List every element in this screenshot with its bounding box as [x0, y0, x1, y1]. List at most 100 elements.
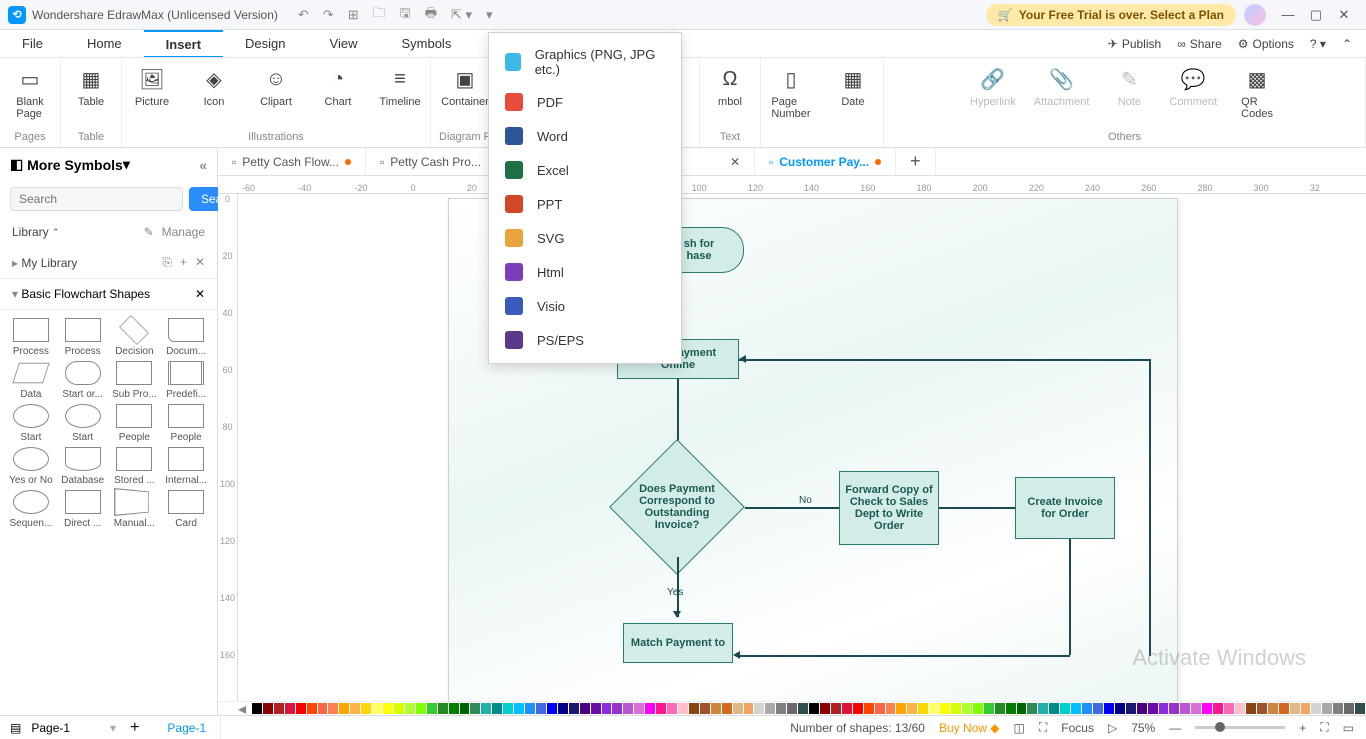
color-swatch[interactable] — [1060, 703, 1070, 714]
color-swatch[interactable] — [296, 703, 306, 714]
minimize-button[interactable]: — — [1274, 7, 1302, 22]
color-swatch[interactable] — [787, 703, 797, 714]
color-swatch[interactable] — [929, 703, 939, 714]
color-swatch[interactable] — [744, 703, 754, 714]
color-swatch[interactable] — [1268, 703, 1278, 714]
buy-now-link[interactable]: Buy Now ◆ — [939, 721, 1000, 735]
color-swatch[interactable] — [405, 703, 415, 714]
dd-excel[interactable]: Excel — [489, 153, 681, 187]
color-swatch[interactable] — [514, 703, 524, 714]
my-library[interactable]: My Library — [21, 256, 77, 270]
color-swatch[interactable] — [907, 703, 917, 714]
dd-svg[interactable]: SVG — [489, 221, 681, 255]
collapse-icon[interactable]: ⌃ — [52, 227, 60, 238]
shape-startor[interactable]: Start or... — [58, 361, 108, 400]
color-swatch[interactable] — [1027, 703, 1037, 714]
expand-icon[interactable]: ▸ — [12, 256, 18, 270]
color-swatch[interactable] — [689, 703, 699, 714]
color-swatch[interactable] — [383, 703, 393, 714]
shape-internal[interactable]: Internal... — [161, 447, 211, 486]
color-swatch[interactable] — [438, 703, 448, 714]
color-swatch[interactable] — [503, 703, 513, 714]
chart-button[interactable]: ◔Chart — [316, 66, 360, 108]
color-swatch[interactable] — [1115, 703, 1125, 714]
color-swatch[interactable] — [1246, 703, 1256, 714]
color-swatch[interactable] — [536, 703, 546, 714]
shape-predefi[interactable]: Predefi... — [161, 361, 211, 400]
color-swatch[interactable] — [1104, 703, 1114, 714]
page-selector[interactable]: Page-1 — [31, 721, 110, 735]
color-swatch[interactable] — [1355, 703, 1365, 714]
color-swatch[interactable] — [623, 703, 633, 714]
color-swatch[interactable] — [394, 703, 404, 714]
color-swatch[interactable] — [252, 703, 262, 714]
more-icon[interactable]: ▾ — [486, 7, 493, 23]
tab-petty-cash-flow[interactable]: ▫Petty Cash Flow... — [218, 148, 366, 175]
color-swatch[interactable] — [1191, 703, 1201, 714]
node-decision[interactable]: Does Payment Correspond to Outstanding I… — [609, 439, 745, 575]
color-swatch[interactable] — [1333, 703, 1343, 714]
color-swatch[interactable] — [722, 703, 732, 714]
shape-sequen[interactable]: Sequen... — [6, 490, 56, 529]
color-swatch[interactable] — [350, 703, 360, 714]
dd-ppt[interactable]: PPT — [489, 187, 681, 221]
color-swatch[interactable] — [1071, 703, 1081, 714]
search-input[interactable] — [10, 187, 183, 211]
color-swatch[interactable] — [481, 703, 491, 714]
presentation-icon[interactable]: ▭ — [1343, 721, 1354, 735]
qr-button[interactable]: ▩QR Codes — [1235, 66, 1279, 120]
new-icon[interactable]: ⊞ — [348, 7, 359, 23]
zoom-in-button[interactable]: + — [1299, 721, 1306, 735]
color-swatch[interactable] — [1049, 703, 1059, 714]
color-swatch[interactable] — [1180, 703, 1190, 714]
color-swatch[interactable] — [1093, 703, 1103, 714]
color-swatch[interactable] — [449, 703, 459, 714]
color-swatch[interactable] — [372, 703, 382, 714]
hyperlink-button[interactable]: 🔗Hyperlink — [970, 66, 1016, 108]
color-swatch[interactable] — [1301, 703, 1311, 714]
color-swatch[interactable] — [896, 703, 906, 714]
fullscreen-icon[interactable]: ⛶ — [1320, 720, 1328, 735]
color-swatch[interactable] — [645, 703, 655, 714]
play-icon[interactable]: ▷ — [1108, 721, 1117, 735]
shape-card[interactable]: Card — [161, 490, 211, 529]
dd-html[interactable]: Html — [489, 255, 681, 289]
menu-view[interactable]: View — [308, 30, 380, 57]
layers-icon[interactable]: ◫ — [1014, 721, 1025, 735]
options-button[interactable]: ⚙ Options — [1238, 37, 1294, 51]
picture-button[interactable]: 🖼Picture — [130, 66, 174, 108]
export-icon[interactable]: ⇱ ▾ — [451, 7, 472, 23]
color-swatch[interactable] — [798, 703, 808, 714]
table-button[interactable]: ▦Table — [69, 66, 113, 108]
more-symbols-label[interactable]: More Symbols — [27, 157, 123, 173]
close-lib-icon[interactable]: ✕ — [195, 255, 205, 270]
color-swatch[interactable] — [776, 703, 786, 714]
shape-yesorno[interactable]: Yes or No — [6, 447, 56, 486]
color-swatch[interactable] — [875, 703, 885, 714]
blank-page-button[interactable]: ▭Blank Page — [8, 66, 52, 120]
color-swatch[interactable] — [864, 703, 874, 714]
color-swatch[interactable] — [427, 703, 437, 714]
color-swatch[interactable] — [1279, 703, 1289, 714]
menu-file[interactable]: File — [0, 30, 65, 57]
manage-link[interactable]: Manage — [162, 225, 205, 239]
color-swatch[interactable] — [318, 703, 328, 714]
color-swatch[interactable] — [831, 703, 841, 714]
color-swatch[interactable] — [470, 703, 480, 714]
shape-start[interactable]: Start — [6, 404, 56, 443]
fit-icon[interactable]: ⛶ — [1039, 720, 1047, 735]
dd-pseps[interactable]: PS/EPS — [489, 323, 681, 357]
color-swatch[interactable] — [1257, 703, 1267, 714]
node-forward[interactable]: Forward Copy of Check to Sales Dept to W… — [839, 471, 939, 545]
color-swatch[interactable] — [1202, 703, 1212, 714]
close-button[interactable]: ✕ — [1330, 7, 1358, 23]
page-list-icon[interactable]: ▤ — [0, 721, 31, 735]
note-button[interactable]: ✎Note — [1107, 66, 1151, 108]
focus-button[interactable]: Focus — [1061, 721, 1094, 735]
color-swatch[interactable] — [1290, 703, 1300, 714]
color-swatch[interactable] — [973, 703, 983, 714]
comment-button[interactable]: 💬Comment — [1169, 66, 1217, 108]
color-swatch[interactable] — [667, 703, 677, 714]
color-swatch[interactable] — [285, 703, 295, 714]
shape-data[interactable]: Data — [6, 361, 56, 400]
